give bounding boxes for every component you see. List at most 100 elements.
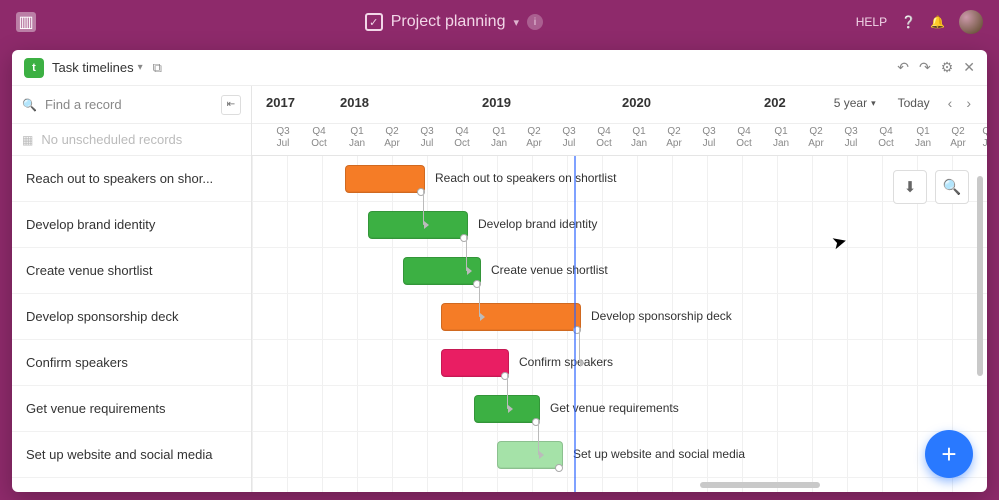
search-input[interactable]: Find a record [45, 97, 122, 112]
task-bar[interactable] [441, 303, 581, 331]
quarter-label: Q4Oct [727, 126, 761, 149]
calendar-icon: ▦ [22, 133, 33, 147]
unscheduled-row[interactable]: ▦ No unscheduled records [12, 124, 251, 156]
task-label[interactable]: Get venue requirements [12, 386, 251, 432]
task-label[interactable]: Set up website and social media [12, 432, 251, 478]
quarter-label: Q2Apr [657, 126, 691, 149]
next-button[interactable]: › [962, 93, 975, 113]
year-label: 2019 [482, 95, 511, 110]
collapse-sidebar-icon[interactable]: ⇤ [221, 95, 241, 115]
quarter-label: Q4Oct [869, 126, 903, 149]
base-title[interactable]: ✓ Project planning ▾ i [365, 13, 543, 31]
dependency-connector [507, 374, 508, 409]
search-row: 🔍 Find a record ⇤ [12, 86, 251, 124]
timeline-pane: 5 year ▾ Today ‹ › 2017 2018 2019 2020 202 Q… [252, 86, 987, 492]
dependency-connector [479, 282, 480, 317]
info-icon[interactable]: i [527, 14, 543, 30]
year-label: 2017 [266, 95, 295, 110]
quarter-label: Q3Jul [692, 126, 726, 149]
quarter-label: Q3Jul [410, 126, 444, 149]
timeline-card: t Task timelines ▾ ⧉ ↶ ↷ ⚙ ✕ 🔍 Find a re… [12, 50, 987, 492]
timeline-row: Confirm speakers [252, 340, 987, 386]
quarter-label: Q3Jul [834, 126, 868, 149]
timeline-row: Set up website and social media [252, 432, 987, 478]
dependency-handle[interactable] [555, 464, 563, 472]
quarter-label: Q4Oct [302, 126, 336, 149]
view-name[interactable]: Task timelines [52, 60, 134, 75]
task-bar[interactable] [368, 211, 468, 239]
quarter-label: Q1Jan [340, 126, 374, 149]
close-icon[interactable]: ✕ [963, 59, 975, 76]
task-label[interactable]: Reach out to speakers on shor... [12, 156, 251, 202]
quarter-label: Q1Jan [764, 126, 798, 149]
task-label[interactable]: Create venue shortlist [12, 248, 251, 294]
task-bar[interactable] [441, 349, 509, 377]
dependency-connector [466, 236, 467, 271]
vertical-scrollbar[interactable] [977, 176, 985, 376]
help-link[interactable]: HELP [856, 15, 887, 29]
horizontal-scrollbar[interactable] [492, 480, 975, 490]
timeline-row: Develop brand identity [252, 202, 987, 248]
task-sidebar: 🔍 Find a record ⇤ ▦ No unscheduled recor… [12, 86, 252, 492]
quarter-label: Q2Apr [375, 126, 409, 149]
task-bar-label: Confirm speakers [519, 355, 613, 369]
avatar[interactable] [959, 10, 983, 34]
task-bar[interactable] [345, 165, 425, 193]
timeline-row: Create venue shortlist [252, 248, 987, 294]
timeline-row: Reach out to speakers on shortlist [252, 156, 987, 202]
year-label: 2018 [340, 95, 369, 110]
view-header: t Task timelines ▾ ⧉ ↶ ↷ ⚙ ✕ [12, 50, 987, 86]
quarter-label: Q2Apr [799, 126, 833, 149]
quarter-label: Q2Apr [941, 126, 975, 149]
check-icon: ✓ [365, 13, 383, 31]
timeline-app-icon: t [24, 58, 44, 78]
bell-icon[interactable]: 🔔 [930, 15, 945, 29]
task-bar-label: Create venue shortlist [491, 263, 608, 277]
quarter-label: Q3Jul [552, 126, 586, 149]
prev-button[interactable]: ‹ [944, 93, 957, 113]
chevron-down-icon: ▾ [871, 98, 876, 109]
search-icon: 🔍 [22, 98, 37, 112]
zoom-search-icon[interactable]: 🔍 [935, 170, 969, 204]
range-selector[interactable]: 5 year ▾ [826, 92, 884, 114]
gear-icon[interactable]: ⚙ [941, 59, 954, 76]
timeline-row: Get venue requirements [252, 386, 987, 432]
unscheduled-label: No unscheduled records [41, 132, 182, 147]
task-bar-label: Develop brand identity [478, 217, 597, 231]
task-label[interactable]: Develop sponsorship deck [12, 294, 251, 340]
quarter-label: Q4Oct [445, 126, 479, 149]
undo-icon[interactable]: ↶ [897, 59, 909, 76]
task-bar-label: Get venue requirements [550, 401, 679, 415]
quarter-label: Q1Jan [906, 126, 940, 149]
app-topbar: ▥ ✓ Project planning ▾ i HELP ❔ 🔔 [0, 0, 999, 44]
chevron-down-icon[interactable]: ▾ [138, 62, 143, 73]
app-logo-icon[interactable]: ▥ [16, 12, 36, 32]
task-bar-label: Develop sponsorship deck [591, 309, 732, 323]
year-label: 202 [764, 95, 786, 110]
help-icon[interactable]: ❔ [901, 15, 916, 29]
dependency-connector [579, 328, 580, 363]
timeline-controls: 5 year ▾ Today ‹ › [826, 92, 975, 114]
task-label[interactable]: Confirm speakers [12, 340, 251, 386]
redo-icon[interactable]: ↷ [919, 59, 931, 76]
chevron-down-icon: ▾ [513, 16, 519, 29]
task-label[interactable]: Develop brand identity [12, 202, 251, 248]
dependency-connector [423, 190, 424, 225]
quarter-label: Q1Jan [482, 126, 516, 149]
task-bar-label: Set up website and social media [573, 447, 745, 461]
quarter-label: Q4Oct [587, 126, 621, 149]
base-title-text: Project planning [391, 13, 506, 31]
add-fab[interactable]: + [925, 430, 973, 478]
grid-float-buttons: ⬇ 🔍 [893, 170, 969, 204]
task-bar[interactable] [497, 441, 563, 469]
year-label: 2020 [622, 95, 651, 110]
timeline-quarters: Q3JulQ4OctQ1JanQ2AprQ3JulQ4OctQ1JanQ2Apr… [252, 124, 987, 156]
dependency-connector [538, 420, 539, 455]
popout-icon[interactable]: ⧉ [153, 60, 162, 76]
task-bar-label: Reach out to speakers on shortlist [435, 171, 616, 185]
quarter-label: Q1Jan [622, 126, 656, 149]
today-button[interactable]: Today [890, 92, 938, 114]
download-icon[interactable]: ⬇ [893, 170, 927, 204]
quarter-label: Q2Apr [517, 126, 551, 149]
timeline-grid[interactable]: ⬇ 🔍 Reach out to speakers on shortlist De… [252, 156, 987, 492]
